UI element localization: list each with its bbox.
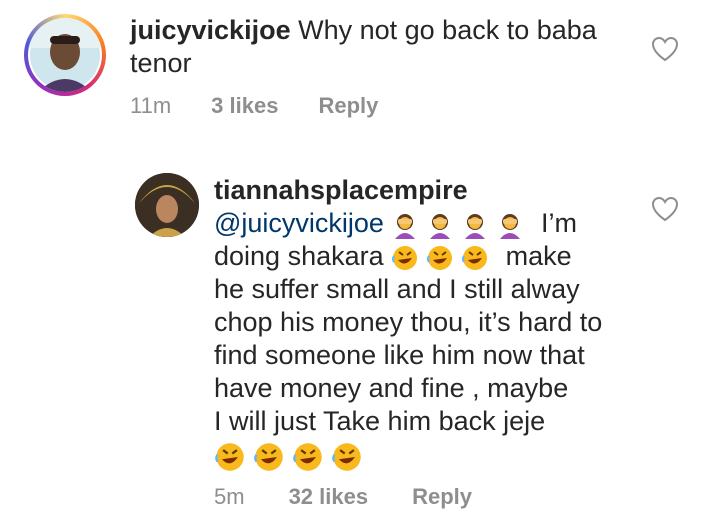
comment-body-line: have money and fine , maybe bbox=[214, 373, 569, 403]
laugh-emojis bbox=[214, 441, 366, 473]
username[interactable]: juicyvickijoe bbox=[130, 15, 291, 45]
rolling-on-floor-laughing-emoji bbox=[427, 245, 453, 270]
comment-body-line: tenor bbox=[130, 48, 192, 78]
reply-button[interactable]: Reply bbox=[412, 484, 472, 510]
avatar[interactable] bbox=[28, 18, 102, 92]
woman-facepalming-emoji bbox=[430, 213, 451, 239]
likes-count[interactable]: 3 likes bbox=[211, 93, 278, 119]
laugh-emojis bbox=[391, 244, 492, 272]
timestamp: 5m bbox=[214, 484, 245, 509]
reply-button[interactable]: Reply bbox=[318, 93, 378, 119]
comment-meta: 5m 32 likes Reply bbox=[214, 484, 472, 510]
comment-body: make bbox=[505, 241, 572, 271]
facepalm-emojis bbox=[391, 211, 527, 239]
rolling-on-floor-laughing-emoji bbox=[254, 443, 283, 471]
heart-outline-icon[interactable] bbox=[651, 36, 679, 62]
rolling-on-floor-laughing-emoji bbox=[392, 245, 418, 270]
comment-body: Why not go back to baba bbox=[298, 15, 597, 45]
comment-body-line: find someone like him now that bbox=[214, 340, 585, 370]
heart-outline-icon[interactable] bbox=[651, 196, 679, 222]
comment-body-line: he suffer small and I still alway bbox=[214, 274, 580, 304]
avatar[interactable] bbox=[135, 173, 199, 237]
rolling-on-floor-laughing-emoji bbox=[293, 443, 322, 471]
woman-facepalming-emoji bbox=[395, 213, 416, 239]
comment-body-line: I will just Take him back jeje bbox=[214, 406, 546, 436]
rolling-on-floor-laughing-emoji bbox=[462, 245, 488, 270]
rolling-on-floor-laughing-emoji bbox=[215, 443, 244, 471]
comment-body-line: chop his money thou, it’s hard to bbox=[214, 307, 603, 337]
mention-link[interactable]: @juicyvickijoe bbox=[214, 208, 384, 238]
woman-facepalming-emoji bbox=[500, 213, 521, 239]
woman-facepalming-emoji bbox=[465, 213, 486, 239]
comment-body: I’m bbox=[540, 208, 577, 238]
reply-text: tiannahsplacempire @juicyvickijoe I’m do… bbox=[214, 174, 602, 473]
likes-count[interactable]: 32 likes bbox=[289, 484, 369, 510]
comment-text: juicyvickijoe Why not go back to baba te… bbox=[130, 14, 597, 80]
username[interactable]: tiannahsplacempire bbox=[214, 174, 602, 207]
timestamp: 11m bbox=[130, 93, 172, 118]
profile-photo-icon bbox=[28, 18, 102, 92]
comment-body: doing shakara bbox=[214, 241, 384, 271]
profile-photo-icon bbox=[135, 173, 199, 237]
rolling-on-floor-laughing-emoji bbox=[332, 443, 361, 471]
comment-meta: 11m 3 likes Reply bbox=[130, 93, 378, 119]
